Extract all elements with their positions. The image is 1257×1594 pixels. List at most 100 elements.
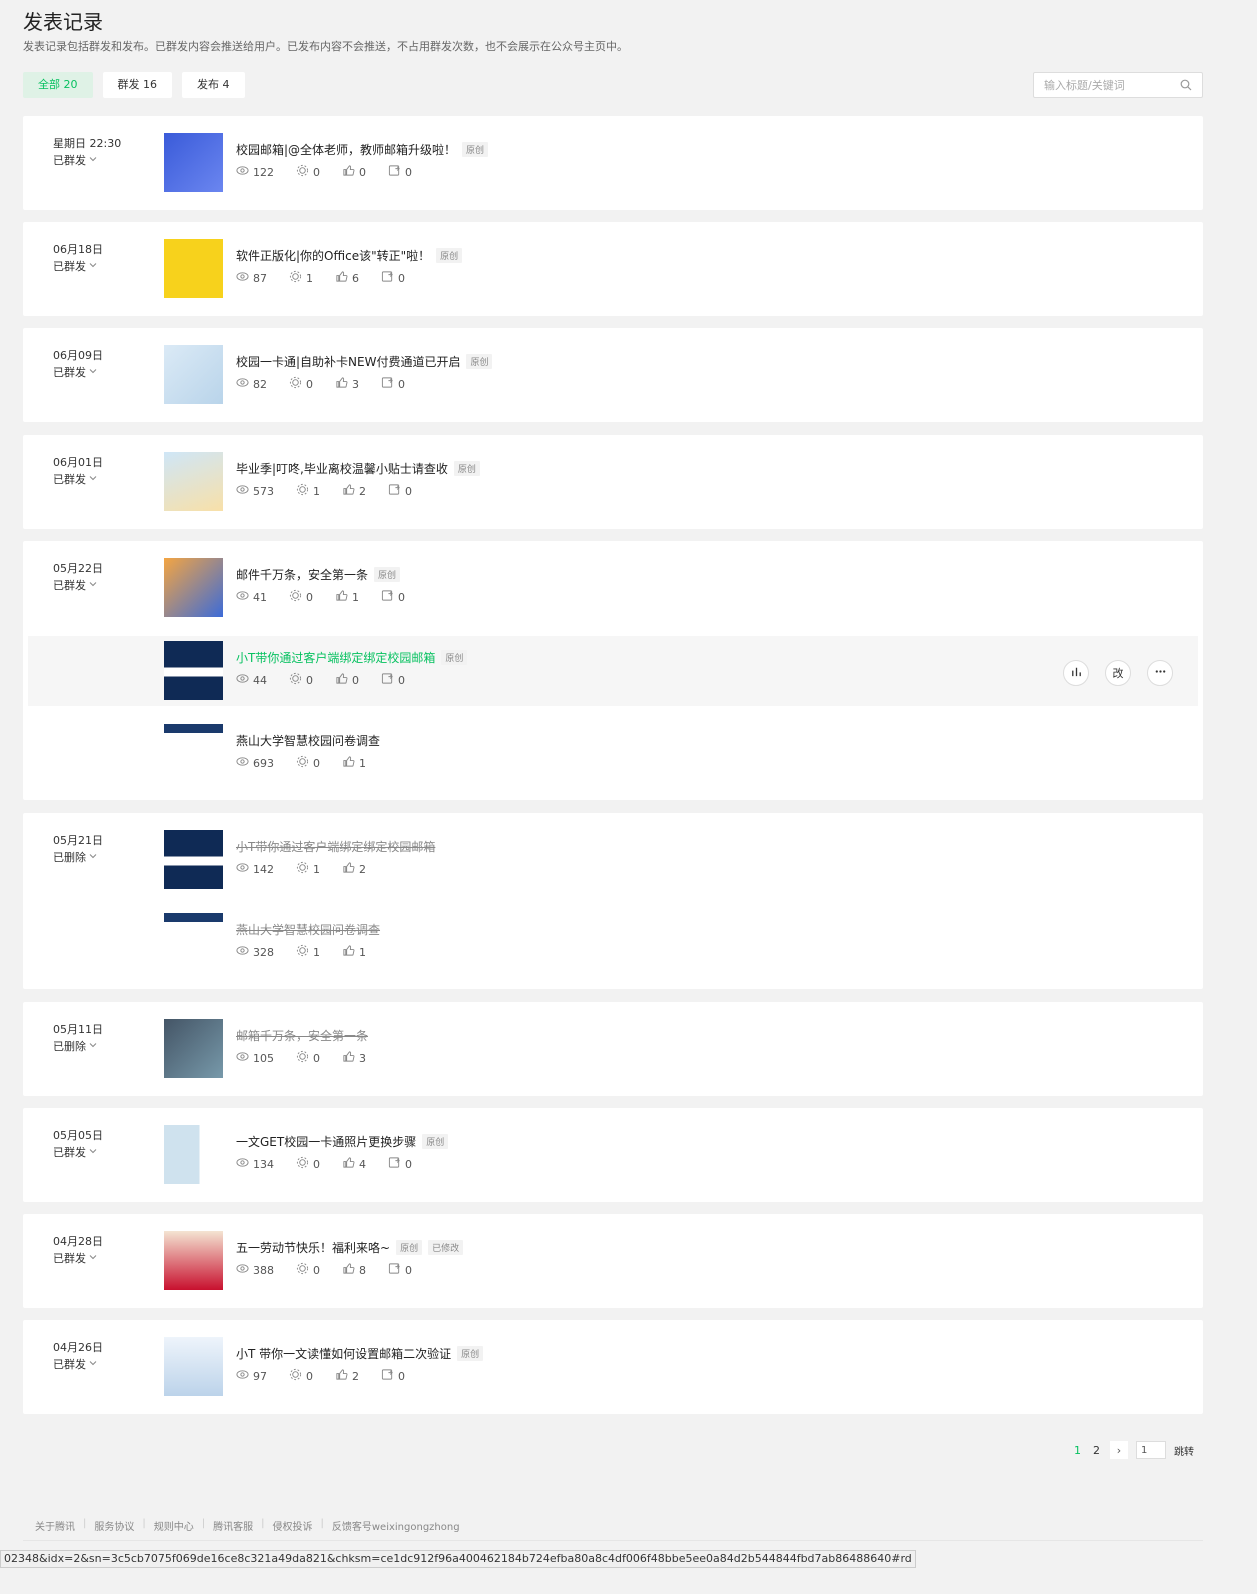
article-item[interactable]: 小T带你通过客户端绑定绑定校园邮箱 原创 44 0 0 0 改 <box>28 636 1198 706</box>
footer-link[interactable]: 侵权投诉 <box>273 1518 313 1533</box>
article-item[interactable]: 邮件千万条，安全第一条 原创 41 0 1 0 <box>164 553 1164 623</box>
analytics-button[interactable] <box>1063 660 1089 686</box>
article-thumbnail[interactable] <box>164 1125 223 1184</box>
article-title-text[interactable]: 五一劳动节快乐！福利来咯~ <box>236 1239 390 1256</box>
article-thumbnail[interactable] <box>164 1019 223 1078</box>
stat-like-count: 2 <box>352 1369 359 1383</box>
tab-mass-send[interactable]: 群发 16 <box>102 72 172 98</box>
record-status-dropdown[interactable]: 已群发 <box>53 1144 98 1160</box>
article-title-text[interactable]: 燕山大学智慧校园问卷调查 <box>236 732 380 749</box>
record-status-dropdown[interactable]: 已群发 <box>53 577 98 593</box>
article-title[interactable]: 小T带你通过客户端绑定绑定校园邮箱 <box>236 838 435 855</box>
article-item[interactable]: 邮箱千万条，安全第一条 105 0 3 <box>164 1014 1164 1084</box>
footer-link[interactable]: 反馈客号weixingongzhong <box>332 1518 460 1533</box>
article-item[interactable]: 燕山大学智慧校园问卷调查 328 1 1 <box>164 908 1164 978</box>
article-item[interactable]: 小T带你通过客户端绑定绑定校园邮箱 142 1 2 <box>164 825 1164 895</box>
article-title[interactable]: 燕山大学智慧校园问卷调查 <box>236 732 380 749</box>
article-title[interactable]: 燕山大学智慧校园问卷调查 <box>236 921 380 938</box>
footer-link[interactable]: 腾讯客服 <box>213 1518 253 1533</box>
stat-like-count: 1 <box>352 590 359 604</box>
article-item[interactable]: 燕山大学智慧校园问卷调查 693 0 1 <box>164 719 1164 789</box>
record-status-dropdown[interactable]: 已删除 <box>53 1038 98 1054</box>
article-title-text[interactable]: 邮箱千万条，安全第一条 <box>236 1027 368 1044</box>
article-title[interactable]: 一文GET校园一卡通照片更换步骤 原创 <box>236 1133 449 1150</box>
share-icon <box>289 672 302 688</box>
article-thumbnail[interactable] <box>164 641 223 700</box>
search-input[interactable] <box>1044 78 1180 92</box>
stat-share-count: 0 <box>306 377 313 391</box>
next-page-button[interactable]: › <box>1110 1441 1128 1459</box>
record-status-dropdown[interactable]: 已群发 <box>53 152 98 168</box>
article-title-text[interactable]: 小T带你通过客户端绑定绑定校园邮箱 <box>236 649 435 666</box>
article-title[interactable]: 软件正版化|你的Office该"转正"啦！ 原创 <box>236 247 463 264</box>
stat-comment-count: 0 <box>405 1157 412 1171</box>
article-title[interactable]: 小T带你通过客户端绑定绑定校园邮箱 原创 <box>236 649 468 666</box>
article-thumbnail[interactable] <box>164 1337 223 1396</box>
page-2[interactable]: 2 <box>1091 1444 1102 1457</box>
article-item[interactable]: 一文GET校园一卡通照片更换步骤 原创 134 0 4 0 <box>164 1120 1164 1190</box>
article-title-text[interactable]: 毕业季|叮咚,毕业离校温馨小贴士请查收 <box>236 460 448 477</box>
record-status-dropdown[interactable]: 已群发 <box>53 1356 98 1372</box>
article-item[interactable]: 校园一卡通|自助补卡NEW付费通道已开启 原创 82 0 3 0 <box>164 340 1164 410</box>
article-title[interactable]: 毕业季|叮咚,毕业离校温馨小贴士请查收 原创 <box>236 460 480 477</box>
chevron-down-icon <box>88 473 98 486</box>
more-button[interactable] <box>1147 660 1173 686</box>
record-status-dropdown[interactable]: 已群发 <box>53 1250 98 1266</box>
article-title[interactable]: 校园邮箱|@全体老师，教师邮箱升级啦！ 原创 <box>236 141 489 158</box>
tab-all[interactable]: 全部 20 <box>23 72 93 98</box>
edit-button[interactable]: 改 <box>1105 660 1131 686</box>
article-title-text[interactable]: 小T 带你一文读懂如何设置邮箱二次验证 <box>236 1345 451 1362</box>
article-thumbnail[interactable] <box>164 558 223 617</box>
stat-read: 87 <box>236 270 267 286</box>
search-icon[interactable] <box>1180 79 1192 91</box>
stat-like: 1 <box>342 944 366 960</box>
like-icon <box>335 589 348 605</box>
record-status-dropdown[interactable]: 已删除 <box>53 849 98 865</box>
footer-divider: | <box>83 1518 87 1529</box>
article-item[interactable]: 小T 带你一文读懂如何设置邮箱二次验证 原创 97 0 2 0 <box>164 1332 1164 1402</box>
record-status-dropdown[interactable]: 已群发 <box>53 364 98 380</box>
read-icon <box>236 672 249 688</box>
article-tag: 原创 <box>396 1240 423 1255</box>
article-title-text[interactable]: 校园邮箱|@全体老师，教师邮箱升级啦！ <box>236 141 456 158</box>
article-item[interactable]: 校园邮箱|@全体老师，教师邮箱升级啦！ 原创 122 0 0 0 <box>164 128 1164 198</box>
article-thumbnail[interactable] <box>164 830 223 889</box>
page-jump-button[interactable]: 跳转 <box>1174 1443 1194 1458</box>
article-title-text[interactable]: 燕山大学智慧校园问卷调查 <box>236 921 380 938</box>
stat-share-count: 1 <box>306 271 313 285</box>
stat-comment-count: 0 <box>405 484 412 498</box>
article-title[interactable]: 邮箱千万条，安全第一条 <box>236 1027 368 1044</box>
article-thumbnail[interactable] <box>164 913 223 972</box>
tab-publish[interactable]: 发布 4 <box>182 72 245 98</box>
article-thumbnail[interactable] <box>164 239 223 298</box>
record-status-dropdown[interactable]: 已群发 <box>53 471 98 487</box>
page-jump-input[interactable] <box>1136 1441 1166 1459</box>
footer-link[interactable]: 规则中心 <box>154 1518 194 1533</box>
article-thumbnail[interactable] <box>164 133 223 192</box>
article-title[interactable]: 小T 带你一文读懂如何设置邮箱二次验证 原创 <box>236 1345 484 1362</box>
article-item[interactable]: 软件正版化|你的Office该"转正"啦！ 原创 87 1 6 0 <box>164 234 1164 304</box>
article-title[interactable]: 校园一卡通|自助补卡NEW付费通道已开启 原创 <box>236 353 493 370</box>
article-thumbnail[interactable] <box>164 452 223 511</box>
article-thumbnail[interactable] <box>164 345 223 404</box>
article-title-text[interactable]: 一文GET校园一卡通照片更换步骤 <box>236 1133 416 1150</box>
article-title[interactable]: 邮件千万条，安全第一条 原创 <box>236 566 401 583</box>
page-1[interactable]: 1 <box>1072 1444 1083 1457</box>
article-title-text[interactable]: 邮件千万条，安全第一条 <box>236 566 368 583</box>
footer-link[interactable]: 关于腾讯 <box>35 1518 75 1533</box>
stat-read-count: 693 <box>253 756 274 770</box>
stat-read-count: 87 <box>253 271 267 285</box>
record-status: 已删除 <box>53 1040 86 1053</box>
footer-link[interactable]: 服务协议 <box>94 1518 134 1533</box>
article-item[interactable]: 五一劳动节快乐！福利来咯~ 原创 已修改 388 0 8 0 <box>164 1226 1164 1296</box>
article-title[interactable]: 五一劳动节快乐！福利来咯~ 原创 已修改 <box>236 1239 464 1256</box>
article-item[interactable]: 毕业季|叮咚,毕业离校温馨小贴士请查收 原创 573 1 2 0 <box>164 447 1164 517</box>
article-thumbnail[interactable] <box>164 1231 223 1290</box>
chevron-down-icon <box>88 1358 98 1371</box>
article-thumbnail[interactable] <box>164 724 223 783</box>
record-status-dropdown[interactable]: 已群发 <box>53 258 98 274</box>
article-title-text[interactable]: 软件正版化|你的Office该"转正"啦！ <box>236 247 430 264</box>
stat-like-count: 3 <box>352 377 359 391</box>
article-title-text[interactable]: 校园一卡通|自助补卡NEW付费通道已开启 <box>236 353 460 370</box>
article-title-text[interactable]: 小T带你通过客户端绑定绑定校园邮箱 <box>236 838 435 855</box>
